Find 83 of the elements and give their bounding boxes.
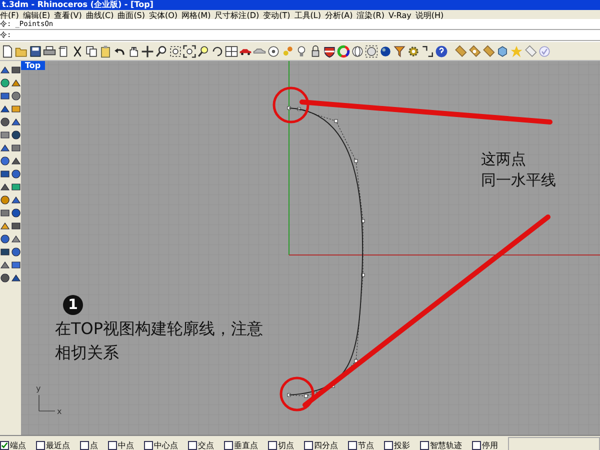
zoom-icon[interactable]: [155, 44, 168, 58]
zoom-window-icon[interactable]: [169, 44, 182, 58]
checkbox-label: 智慧轨迹: [430, 440, 462, 450]
check-circle-icon[interactable]: [538, 44, 551, 58]
copy-icon[interactable]: [85, 44, 98, 58]
menu-item[interactable]: 变动(T): [263, 10, 294, 19]
document-icon[interactable]: [57, 44, 70, 58]
axis-label: x: [57, 407, 62, 416]
menu-item[interactable]: 渲染(R): [356, 10, 388, 19]
menu-item[interactable]: V-Ray: [388, 10, 416, 19]
checkbox[interactable]: [36, 440, 45, 450]
cube-icon[interactable]: [496, 44, 509, 58]
menu-item[interactable]: 曲面(S): [118, 10, 150, 19]
menu-item[interactable]: 分析(A): [324, 10, 357, 19]
clipboard-icon[interactable]: [99, 44, 112, 58]
checkbox-label: 中点: [118, 440, 134, 450]
checkbox[interactable]: [188, 440, 197, 450]
brackets-icon[interactable]: [421, 44, 434, 58]
checkbox-label: 垂直点: [234, 440, 258, 450]
checkbox-label: 点: [90, 440, 98, 450]
checkbox[interactable]: [384, 440, 393, 450]
checkbox[interactable]: [348, 440, 357, 450]
checkbox[interactable]: [472, 440, 481, 450]
ghosted-sphere-icon[interactable]: [365, 44, 378, 58]
cut-icon[interactable]: [71, 44, 84, 58]
checkbox-label: 切点: [278, 440, 294, 450]
checkbox-label: 中心点: [154, 440, 178, 450]
menu-item[interactable]: 查看(V): [54, 10, 86, 19]
move-icon[interactable]: [141, 44, 154, 58]
menu-item[interactable]: 说明(H): [415, 10, 448, 19]
menu-item[interactable]: 工具(L): [294, 10, 325, 19]
menu-item[interactable]: 编辑(E): [22, 10, 54, 19]
checkbox-label: 最近点: [46, 440, 70, 450]
window-title: t.3dm - Rhinoceros (企业版) - [Top]: [2, 0, 154, 10]
funnel-icon[interactable]: [393, 44, 406, 58]
menu-item[interactable]: 尺寸标注(D): [214, 10, 264, 19]
gear-icon[interactable]: [407, 44, 420, 58]
four-viewports-icon[interactable]: [225, 44, 238, 58]
save-icon[interactable]: [29, 44, 42, 58]
checkbox[interactable]: [0, 440, 9, 450]
star-icon[interactable]: [510, 44, 523, 58]
checkbox-label: 节点: [358, 440, 374, 450]
checkbox[interactable]: [420, 440, 429, 450]
rotate-view-icon[interactable]: [211, 44, 224, 58]
sphere-icon[interactable]: [379, 44, 392, 58]
annotation-text: 这两点 同一水平线: [481, 149, 556, 191]
checkbox[interactable]: [268, 440, 277, 450]
tag-icon[interactable]: [454, 44, 467, 58]
checkbox-label: 端点: [10, 440, 26, 450]
menu-item[interactable]: 实体(O): [149, 10, 182, 19]
viewport-tab[interactable]: Top: [21, 61, 45, 70]
highlight-circle: [280, 376, 314, 412]
menu-item[interactable]: 件(F): [0, 10, 23, 19]
zoom-extents-icon[interactable]: [183, 44, 196, 58]
color-wheel-icon[interactable]: [337, 44, 350, 58]
printer-icon[interactable]: [43, 44, 56, 58]
new-file-icon[interactable]: [1, 44, 14, 58]
checkbox-label: 四分点: [314, 440, 338, 450]
menu-item[interactable]: 网格(M): [182, 10, 215, 19]
checkbox-label: 停用: [482, 440, 498, 450]
hand-icon[interactable]: [127, 44, 140, 58]
annotation-text: 在TOP视图构建轮廓线，注意 相切关系: [55, 318, 264, 364]
checkbox[interactable]: [304, 440, 313, 450]
checkbox[interactable]: [80, 440, 89, 450]
axis-icon: [38, 394, 56, 412]
tag-icon[interactable]: [468, 44, 481, 58]
menu-item[interactable]: 曲线(C): [86, 10, 118, 19]
light-bulb-icon[interactable]: [295, 44, 308, 58]
wireframe-sphere-icon[interactable]: [351, 44, 364, 58]
axis-label: y: [36, 384, 41, 393]
shield-icon[interactable]: [323, 44, 336, 58]
checkbox-label: 交点: [198, 440, 214, 450]
help-icon[interactable]: [435, 44, 448, 58]
tag-icon[interactable]: [482, 44, 495, 58]
checkbox[interactable]: [224, 440, 233, 450]
label-icon[interactable]: [524, 44, 537, 58]
checkbox-label: 投影: [394, 440, 410, 450]
highlight-circle: [272, 86, 310, 124]
zoom-selected-icon[interactable]: [197, 44, 210, 58]
target-icon[interactable]: [267, 44, 280, 58]
checkbox[interactable]: [108, 440, 117, 450]
checkbox[interactable]: [144, 440, 153, 450]
lock-icon[interactable]: [309, 44, 322, 58]
